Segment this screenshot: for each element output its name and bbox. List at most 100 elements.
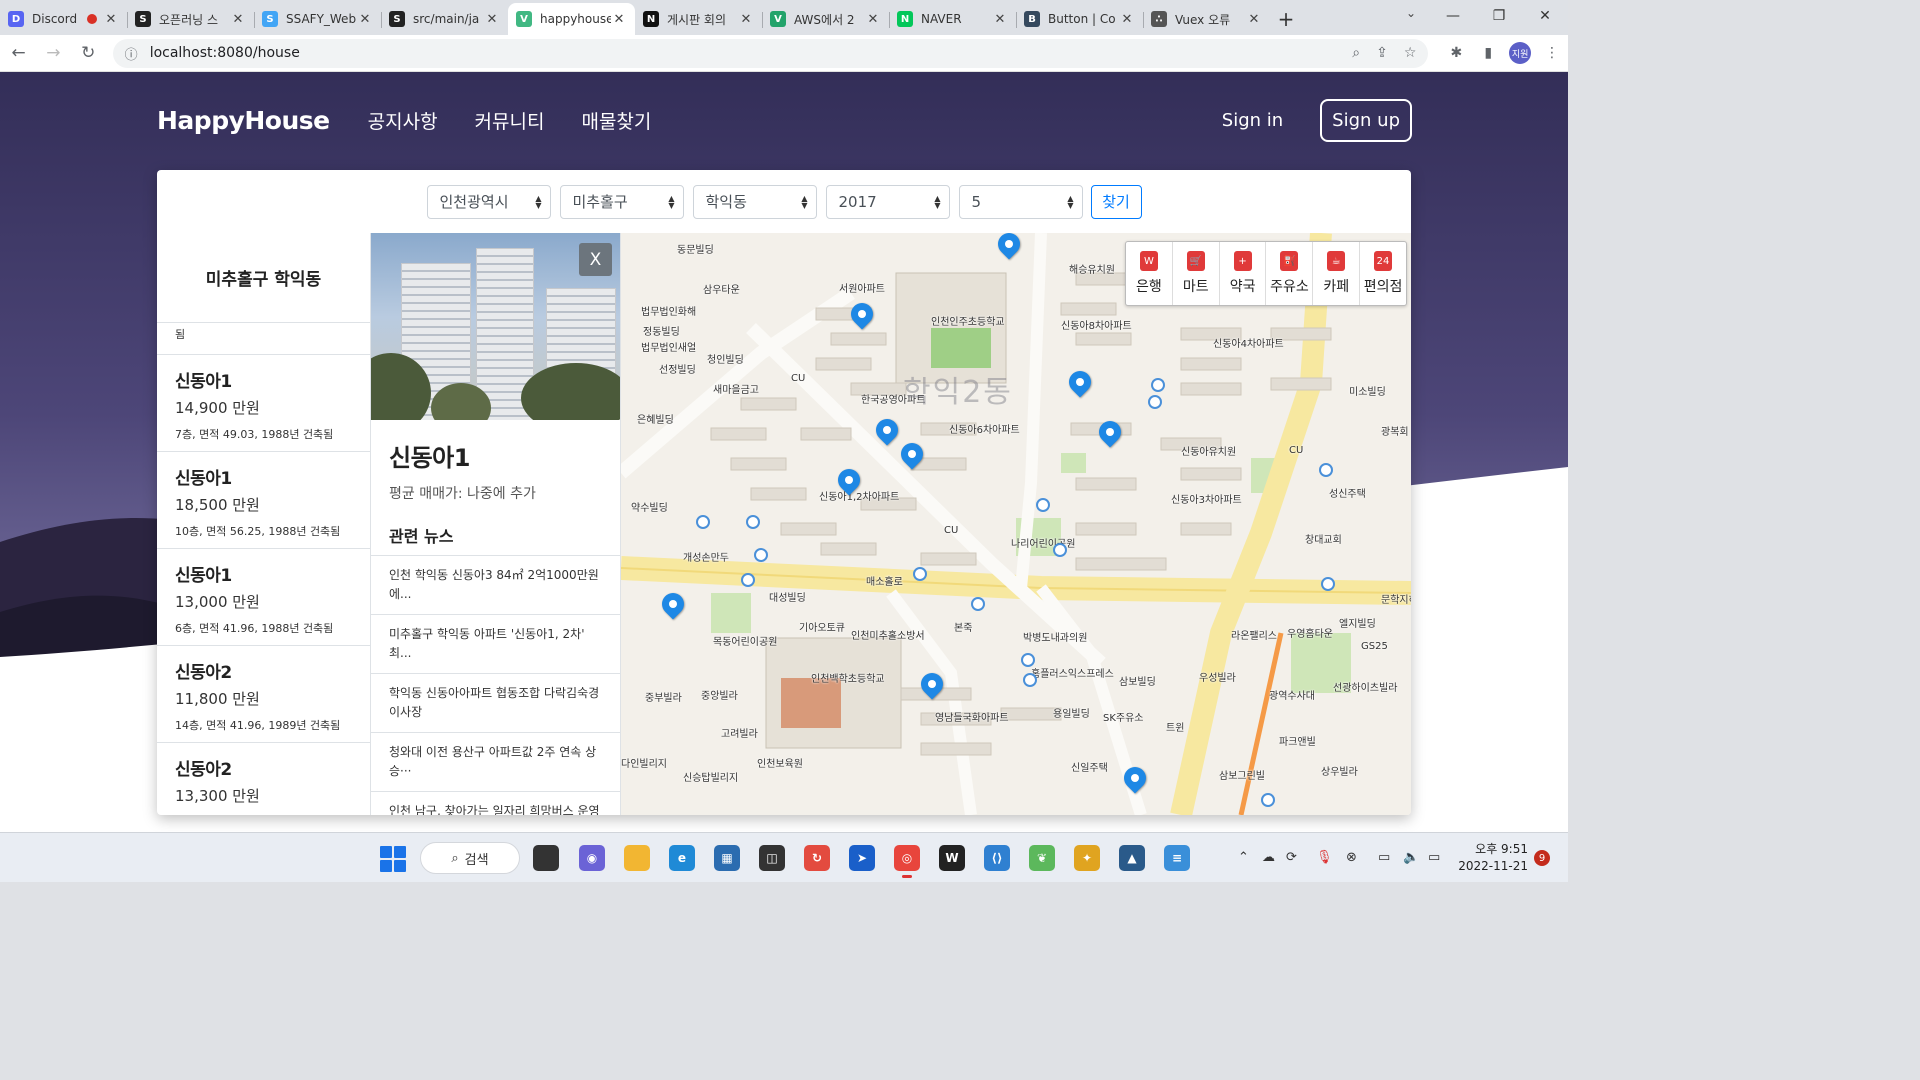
chat-icon[interactable]: ◉ [579, 845, 605, 871]
map-place-label[interactable]: 대성빌딩 [769, 589, 806, 604]
browser-tab[interactable]: Vhappyhouse ✕ [508, 3, 635, 35]
bus-stop-icon[interactable] [1036, 498, 1050, 512]
notepad-icon[interactable]: ≡ [1164, 845, 1190, 871]
dong-select[interactable]: 학익동 ▲ ▼ [692, 184, 817, 219]
volume-icon[interactable]: 🔈 [1403, 850, 1419, 865]
news-item[interactable]: 미추홀구 학익동 아파트 '신동아1, 2차' 최... [371, 615, 620, 674]
district-select[interactable]: 미추홀구 ▲ ▼ [559, 184, 684, 219]
news-item[interactable]: 학익동 신동아아파트 협동조합 다락김숙경 이사장 [371, 674, 620, 733]
new-tab-icon[interactable]: + [1270, 3, 1302, 35]
map-place-label[interactable]: 신승탑빌리지 [683, 769, 738, 784]
back-icon[interactable]: ← [2, 37, 35, 70]
map-category-button[interactable]: 🛒 마트 [1173, 242, 1220, 305]
map-place-label[interactable]: 문학지하차도 [1381, 591, 1411, 606]
nav-find-property[interactable]: 매물찾기 [581, 107, 651, 134]
house-list-item[interactable]: 신동아1 14,900 만원 7층, 면적 49.03, 1988년 건축됨 [157, 355, 370, 452]
onedrive-icon[interactable]: ☁ [1262, 850, 1275, 865]
brand-logo[interactable]: HappyHouse [157, 106, 330, 135]
map-place-label[interactable]: 법무법인새얼 [641, 339, 696, 354]
map-place-label[interactable]: 본죽 [954, 619, 972, 634]
map-place-label[interactable]: 개성손만두 [683, 549, 729, 564]
map-place-label[interactable]: 새마을금고 [713, 381, 759, 396]
sync-app-icon[interactable]: ↻ [804, 845, 830, 871]
map-place-label[interactable]: 인천인주초등학교 [931, 313, 1005, 328]
file-explorer-icon[interactable] [624, 845, 650, 871]
map-place-label[interactable]: 선정빌딩 [659, 361, 696, 376]
tab-close-icon[interactable]: ✕ [103, 12, 119, 27]
map-place-label[interactable]: 법무법인화해 [641, 303, 696, 318]
edge-icon[interactable]: e [669, 845, 695, 871]
house-list-item[interactable]: 신동아1 18,500 만원 10층, 면적 56.25, 1988년 건축됨 [157, 452, 370, 549]
browser-tab[interactable]: N 게시판 회의 ✕ [635, 3, 762, 35]
tab-close-icon[interactable]: ✕ [357, 12, 373, 27]
map-category-button[interactable]: W 은행 [1126, 242, 1173, 305]
house-list-item[interactable]: 신동아2 13,300 만원 [157, 743, 370, 815]
bus-stop-icon[interactable] [754, 548, 768, 562]
map-place-label[interactable]: 신동아1,2차아파트 [819, 488, 899, 503]
map-category-button[interactable]: ⛽ 주유소 [1266, 242, 1314, 305]
map-place-label[interactable]: 신동아4차아파트 [1213, 335, 1284, 350]
windows-start-icon[interactable] [380, 846, 406, 872]
browser-tab[interactable]: D Discord ✕ [0, 3, 127, 35]
map-place-label[interactable]: 삼보빌딩 [1119, 673, 1156, 688]
tab-close-icon[interactable]: ✕ [611, 12, 627, 27]
browser-tab[interactable]: B Button | Co ✕ [1016, 3, 1143, 35]
sidepanel-icon[interactable]: ▮ [1472, 45, 1504, 61]
map-place-label[interactable]: 중부빌라 [645, 689, 682, 704]
map-place-label[interactable]: 고려빌라 [721, 725, 758, 740]
map-place-label[interactable]: 다인빌리지 [621, 755, 667, 770]
news-item[interactable]: 인천 학익동 신동아3 84㎡ 2억1000만원에... [371, 556, 620, 615]
app-icon-red[interactable]: ◫ [759, 845, 785, 871]
house-list-item[interactable]: 신동아2 11,800 만원 14층, 면적 41.96, 1989년 건축됨 [157, 646, 370, 743]
site-info-icon[interactable]: ⓘ [125, 44, 138, 63]
house-list-item[interactable]: 신동아1 13,000 만원 6층, 면적 41.96, 1988년 건축됨 [157, 549, 370, 646]
tray-close-icon[interactable]: ⊗ [1346, 850, 1357, 865]
bus-stop-icon[interactable] [1021, 653, 1035, 667]
house-list[interactable]: 미추홀구 학익동 됨 신동아1 14,900 만원 7층, 면적 49.03, 19… [157, 233, 371, 815]
profile-avatar[interactable]: 지원 [1509, 42, 1532, 64]
map-place-label[interactable]: SK주유소 [1103, 709, 1144, 724]
browser-tab[interactable]: S SSAFY_Web ✕ [254, 3, 381, 35]
map-place-label[interactable]: 은혜빌딩 [637, 411, 674, 426]
bus-stop-icon[interactable] [1053, 543, 1067, 557]
month-select[interactable]: 5 ▲ ▼ [958, 184, 1083, 219]
map-place-label[interactable]: 박병도내과의원 [1023, 629, 1087, 644]
tab-close-icon[interactable]: ✕ [992, 12, 1008, 27]
map-place-label[interactable]: 창대교회 [1305, 531, 1342, 546]
year-select[interactable]: 2017 ▲ ▼ [825, 184, 950, 219]
map-place-label[interactable]: 상우빌라 [1321, 763, 1358, 778]
map-place-label[interactable]: 목동어린이공원 [713, 633, 777, 648]
map[interactable]: 동문빌딩 삼우타운 법무법인화해 정동빌딩 법무법인새얼 선정빌딩 청인빌딩 새마을금고 은혜빌… [621, 233, 1411, 815]
bus-stop-icon[interactable] [696, 515, 710, 529]
map-place-label[interactable]: 트윈 [1166, 719, 1184, 734]
map-place-label[interactable]: 선광하이츠빌라 [1333, 679, 1397, 694]
mic-icon[interactable]: 🎙 [1316, 850, 1333, 865]
map-place-label[interactable]: 영남들국화아파트 [935, 709, 1009, 724]
map-place-label[interactable]: GS25 [1361, 641, 1388, 652]
chrome-icon[interactable]: ◎ [894, 845, 920, 878]
map-place-label[interactable]: 용일빌딩 [1053, 705, 1090, 720]
store-icon[interactable]: ▦ [714, 845, 740, 871]
app-icon-blue[interactable]: ➤ [849, 845, 875, 871]
share-icon[interactable]: ⇪ [1376, 45, 1388, 61]
browser-tab[interactable]: V AWS에서 2 ✕ [762, 3, 889, 35]
sync-tray-icon[interactable]: ⟳ [1286, 850, 1297, 865]
tray-chevron-icon[interactable]: ⌃ [1238, 850, 1249, 865]
taskbar-search[interactable]: ⌕ 검색 [420, 842, 520, 874]
map-place-label[interactable]: 매소홀로 [866, 573, 903, 588]
maximize-icon[interactable]: ❐ [1476, 0, 1522, 32]
close-detail-button[interactable]: X [579, 243, 612, 276]
browser-tab[interactable]: N NAVER ✕ [889, 3, 1016, 35]
close-window-icon[interactable]: ✕ [1522, 0, 1568, 32]
map-place-label[interactable]: CU [791, 373, 805, 384]
map-place-label[interactable]: 우영홈타운 [1287, 625, 1333, 640]
zoom-icon[interactable]: ⌕ [1352, 45, 1360, 61]
map-place-label[interactable]: 인천보육원 [757, 755, 803, 770]
map-category-button[interactable]: + 약국 [1220, 242, 1267, 305]
tab-search-icon[interactable]: ⌄ [1406, 6, 1416, 20]
map-place-label[interactable]: 성신주택 [1329, 485, 1366, 500]
bus-stop-icon[interactable] [1319, 463, 1333, 477]
map-place-label[interactable]: 홈플러스익스프레스 [1031, 665, 1114, 680]
map-place-label[interactable]: 광복회 [1381, 423, 1409, 438]
bus-stop-icon[interactable] [1151, 378, 1165, 392]
